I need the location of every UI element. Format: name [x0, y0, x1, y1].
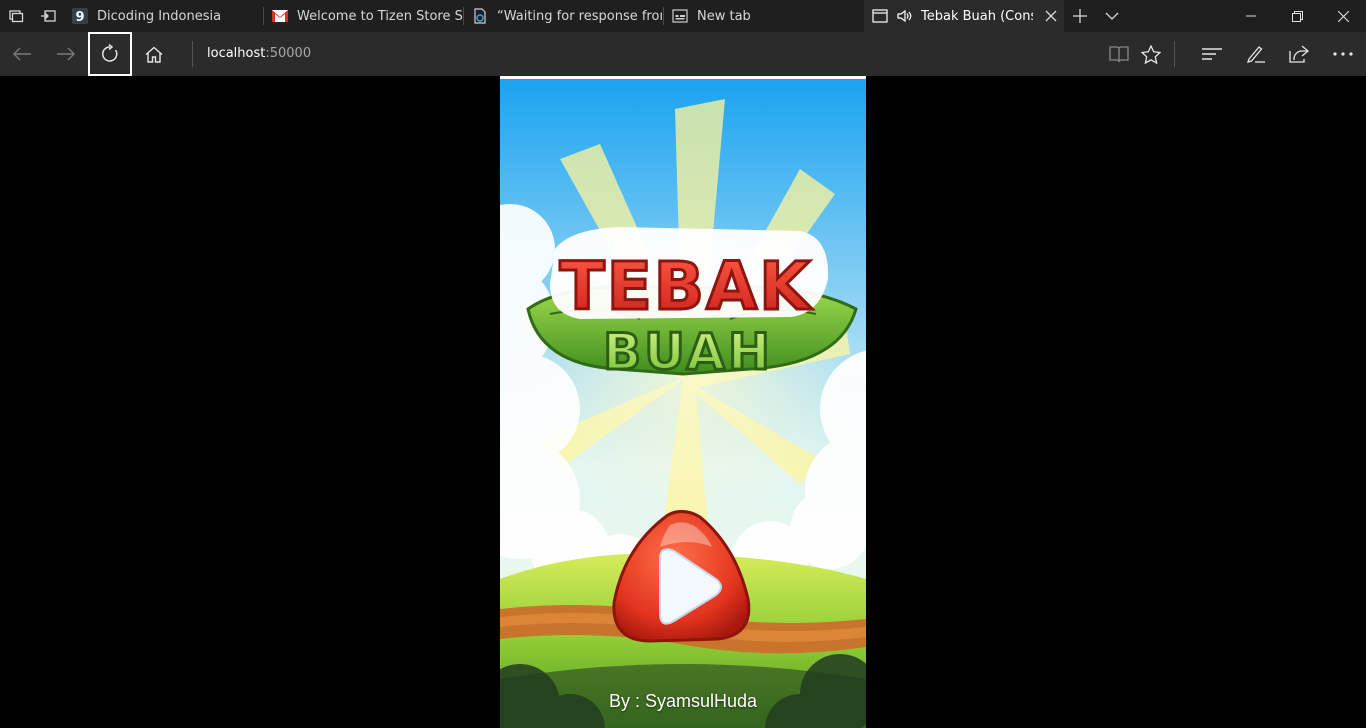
play-button[interactable]	[608, 507, 758, 647]
logo-title-line2: BUAH	[603, 323, 773, 381]
author-credit: By : SyamsulHuda	[608, 691, 758, 711]
hub-button[interactable]	[1190, 32, 1234, 76]
loading-page-icon	[472, 8, 488, 24]
new-tab-icon	[672, 8, 688, 24]
refresh-button[interactable]	[88, 32, 132, 76]
tab-title: “Waiting for response from	[497, 8, 662, 24]
tab-strip: 9 Dicoding Indonesia Welcome to Tizen St…	[0, 0, 1366, 32]
svg-text:9: 9	[75, 10, 84, 24]
tab-title: New tab	[697, 8, 751, 24]
tab-preview-icon[interactable]	[0, 0, 32, 32]
toolbar-divider	[192, 41, 193, 67]
forward-button[interactable]	[44, 32, 88, 76]
game-canvas: TEBAK BUAH By : SyamsulHuda	[500, 76, 866, 728]
logo-title-line1: TEBAK	[560, 248, 813, 325]
book-icon	[1109, 46, 1129, 63]
share-icon	[1289, 45, 1309, 63]
tab-tebak-buah[interactable]: Tebak Buah (Constr	[864, 0, 1064, 32]
forward-arrow-icon	[57, 47, 75, 61]
back-arrow-icon	[13, 47, 31, 61]
tab-title: Tebak Buah (Constr	[921, 8, 1033, 24]
show-tab-previews-chevron-down-icon[interactable]	[1096, 0, 1128, 32]
close-tab-icon[interactable]	[1043, 8, 1059, 24]
tab-new-tab[interactable]: New tab	[664, 0, 864, 32]
dicoding-icon: 9	[72, 8, 88, 24]
share-button[interactable]	[1277, 32, 1321, 76]
set-tabs-aside-icon[interactable]	[32, 0, 64, 32]
close-window-icon[interactable]	[1320, 0, 1366, 32]
home-icon	[145, 46, 163, 63]
tab-gmail[interactable]: Welcome to Tizen Store Sell	[264, 0, 463, 32]
more-actions-button[interactable]	[1321, 32, 1365, 76]
address-port: :50000	[265, 46, 312, 61]
refresh-icon	[102, 44, 118, 62]
page-viewport: TEBAK BUAH By : SyamsulHuda	[0, 76, 1366, 728]
hub-lines-icon	[1202, 48, 1222, 60]
address-bar[interactable]: localhost:50000	[207, 44, 311, 64]
home-button[interactable]	[132, 32, 176, 76]
tab-waiting[interactable]: “Waiting for response from	[464, 0, 662, 32]
ellipsis-icon	[1333, 52, 1353, 56]
web-note-button[interactable]	[1234, 32, 1278, 76]
star-icon	[1141, 44, 1161, 64]
gmail-icon	[272, 8, 288, 24]
tab-title: Welcome to Tizen Store Sell	[297, 8, 463, 24]
page-icon	[872, 8, 888, 24]
tab-dicoding[interactable]: 9 Dicoding Indonesia	[64, 0, 262, 32]
audio-playing-icon[interactable]	[897, 8, 913, 24]
new-tab-button[interactable]	[1064, 0, 1096, 32]
pen-icon	[1246, 46, 1265, 63]
minimize-icon[interactable]	[1228, 0, 1274, 32]
restore-icon[interactable]	[1274, 0, 1320, 32]
address-host: localhost	[207, 46, 266, 61]
back-button[interactable]	[0, 32, 44, 76]
tab-title: Dicoding Indonesia	[97, 8, 222, 24]
navigation-toolbar: localhost:50000	[0, 32, 1366, 76]
favorites-button[interactable]	[1129, 32, 1173, 76]
toolbar-divider	[1174, 41, 1175, 67]
